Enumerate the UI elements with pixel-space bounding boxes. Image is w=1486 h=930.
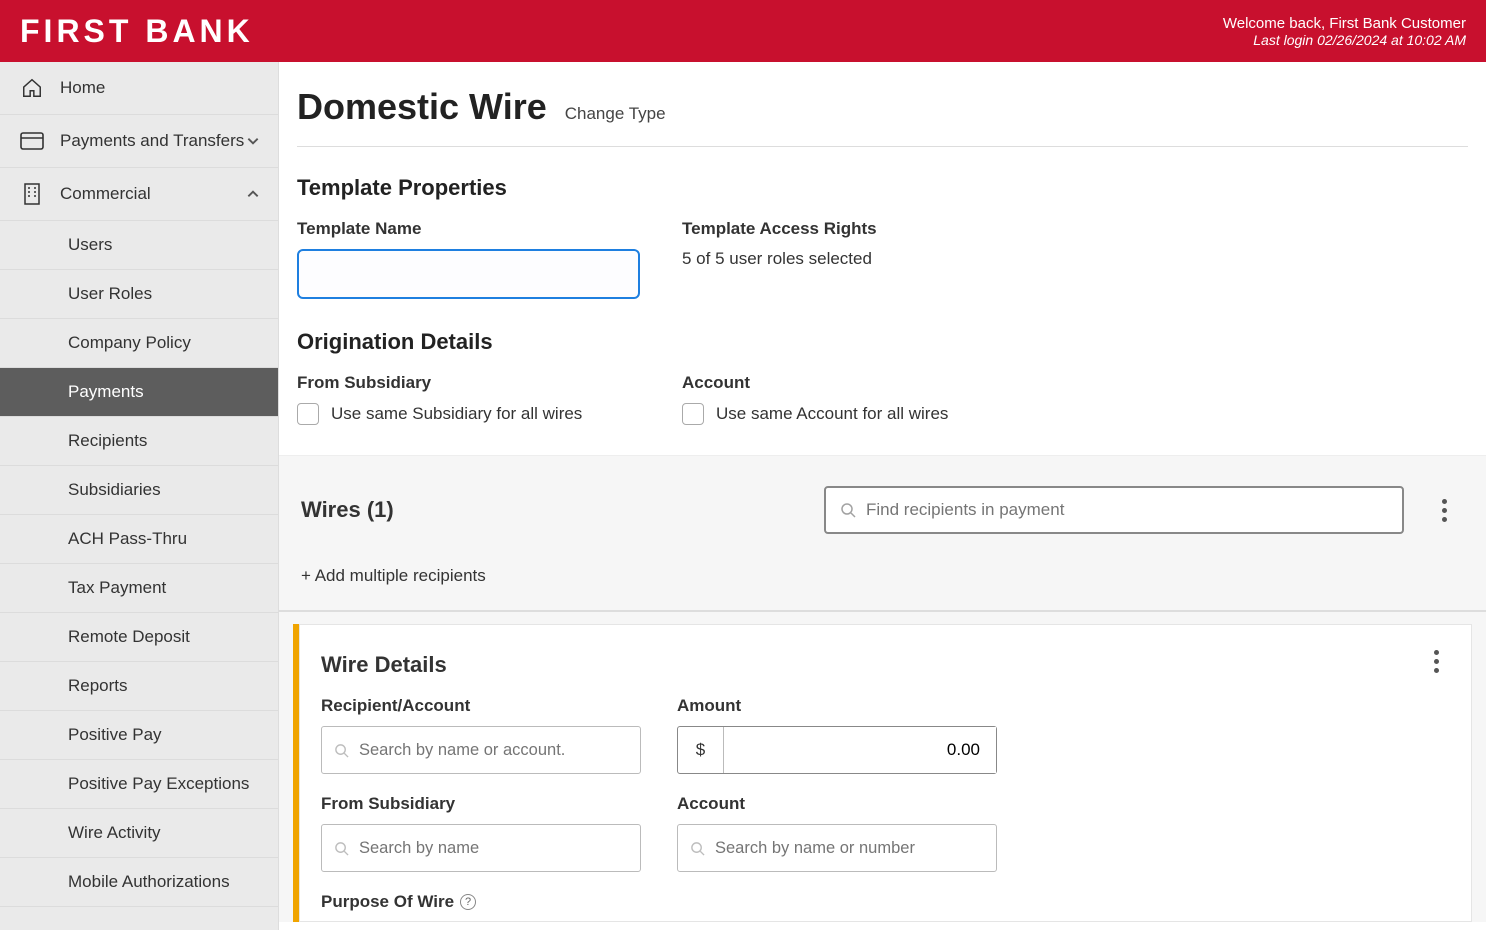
sidebar-item-subsidiaries[interactable]: Subsidiaries <box>0 466 278 515</box>
sidebar-item-tax-payment[interactable]: Tax Payment <box>0 564 278 613</box>
sidebar-item-label: Positive Pay <box>68 725 162 745</box>
amount-field[interactable]: $ <box>677 726 997 774</box>
sidebar-item-label: Subsidiaries <box>68 480 161 500</box>
account-label: Account <box>682 373 1027 393</box>
bank-logo: FIRST BANK <box>20 13 254 50</box>
home-icon <box>18 76 46 100</box>
amount-input[interactable] <box>724 727 996 773</box>
search-icon <box>334 841 349 856</box>
chevron-down-icon <box>246 134 260 148</box>
find-recipients-input[interactable] <box>866 500 1388 520</box>
kebab-icon <box>1434 650 1439 673</box>
page-title: Domestic Wire <box>297 86 547 128</box>
wire-details-heading: Wire Details <box>321 652 447 678</box>
sidebar-item-home[interactable]: Home <box>0 62 278 115</box>
sidebar-item-label: Users <box>68 235 112 255</box>
sidebar-item-label: Commercial <box>60 184 151 204</box>
last-login-text: Last login 02/26/2024 at 10:02 AM <box>1223 32 1466 48</box>
currency-symbol: $ <box>678 727 724 773</box>
template-access-label: Template Access Rights <box>682 219 1027 239</box>
wire-account-input[interactable] <box>715 839 984 858</box>
wire-account-field[interactable] <box>677 824 997 872</box>
add-multiple-recipients-link[interactable]: + Add multiple recipients <box>301 566 1464 586</box>
sidebar-item-recipients[interactable]: Recipients <box>0 417 278 466</box>
sidebar-item-label: Remote Deposit <box>68 627 190 647</box>
sidebar-item-remote-deposit[interactable]: Remote Deposit <box>0 613 278 662</box>
help-icon[interactable]: ? <box>460 894 476 910</box>
amount-label: Amount <box>677 696 997 716</box>
sidebar-item-positive-pay-exceptions[interactable]: Positive Pay Exceptions <box>0 760 278 809</box>
recipient-account-field[interactable] <box>321 726 641 774</box>
same-account-checkbox-label: Use same Account for all wires <box>716 404 948 424</box>
sidebar-item-label: Mobile Authorizations <box>68 872 230 892</box>
sidebar-item-label: Wire Activity <box>68 823 161 843</box>
template-access-text: 5 of 5 user roles selected <box>682 249 1027 269</box>
wires-more-menu[interactable] <box>1424 499 1464 522</box>
find-recipients-search[interactable] <box>824 486 1404 534</box>
sidebar: Home Payments and Transfers Commercial U… <box>0 62 279 930</box>
recipient-account-input[interactable] <box>359 741 628 760</box>
sidebar-item-company-policy[interactable]: Company Policy <box>0 319 278 368</box>
sidebar-item-label: Reports <box>68 676 128 696</box>
template-name-input[interactable] <box>297 249 640 299</box>
main-content: Domestic Wire Change Type Template Prope… <box>279 62 1486 930</box>
building-icon <box>18 182 46 206</box>
purpose-of-wire-label: Purpose Of Wire ? <box>321 892 476 912</box>
wire-account-label: Account <box>677 794 997 814</box>
search-icon <box>334 743 349 758</box>
kebab-icon <box>1442 499 1447 522</box>
wire-from-subsidiary-input[interactable] <box>359 839 628 858</box>
search-icon <box>690 841 705 856</box>
sidebar-item-commercial[interactable]: Commercial <box>0 168 278 221</box>
sidebar-item-payments-transfers[interactable]: Payments and Transfers <box>0 115 278 168</box>
sidebar-item-positive-pay[interactable]: Positive Pay <box>0 711 278 760</box>
search-icon <box>840 502 856 518</box>
sidebar-item-label: Payments and Transfers <box>60 131 244 151</box>
wire-details-card: Wire Details Recipient/Account <box>293 624 1472 922</box>
sidebar-item-users[interactable]: Users <box>0 221 278 270</box>
sidebar-item-reports[interactable]: Reports <box>0 662 278 711</box>
same-subsidiary-checkbox[interactable] <box>297 403 319 425</box>
wires-heading: Wires (1) <box>301 497 394 523</box>
sidebar-item-mobile-authorizations[interactable]: Mobile Authorizations <box>0 858 278 907</box>
sidebar-item-user-roles[interactable]: User Roles <box>0 270 278 319</box>
card-icon <box>18 129 46 153</box>
app-header: FIRST BANK Welcome back, First Bank Cust… <box>0 0 1486 62</box>
sidebar-item-label: Home <box>60 78 105 98</box>
sidebar-item-label: User Roles <box>68 284 152 304</box>
sidebar-item-label: Recipients <box>68 431 147 451</box>
divider <box>297 146 1468 147</box>
sidebar-item-label: Positive Pay Exceptions <box>68 774 249 794</box>
sidebar-item-ach-passthru[interactable]: ACH Pass-Thru <box>0 515 278 564</box>
change-type-link[interactable]: Change Type <box>565 104 666 124</box>
welcome-text: Welcome back, First Bank Customer <box>1223 15 1466 32</box>
origination-details-heading: Origination Details <box>297 329 1468 355</box>
sidebar-item-label: Company Policy <box>68 333 191 353</box>
wire-from-subsidiary-label: From Subsidiary <box>321 794 641 814</box>
welcome-block: Welcome back, First Bank Customer Last l… <box>1223 15 1466 48</box>
recipient-account-label: Recipient/Account <box>321 696 641 716</box>
sidebar-item-payments[interactable]: Payments <box>0 368 278 417</box>
sidebar-item-label: Tax Payment <box>68 578 166 598</box>
wire-from-subsidiary-field[interactable] <box>321 824 641 872</box>
template-properties-heading: Template Properties <box>297 175 1468 201</box>
same-account-checkbox[interactable] <box>682 403 704 425</box>
from-subsidiary-label: From Subsidiary <box>297 373 642 393</box>
purpose-of-wire-text: Purpose Of Wire <box>321 892 454 912</box>
sidebar-item-label: ACH Pass-Thru <box>68 529 187 549</box>
wire-details-more-menu[interactable] <box>1416 650 1456 673</box>
same-subsidiary-checkbox-label: Use same Subsidiary for all wires <box>331 404 582 424</box>
wires-section: Wires (1) + Add multiple recipients <box>279 455 1486 610</box>
template-name-label: Template Name <box>297 219 642 239</box>
sidebar-item-wire-activity[interactable]: Wire Activity <box>0 809 278 858</box>
chevron-up-icon <box>246 187 260 201</box>
sidebar-item-label: Payments <box>68 382 144 402</box>
